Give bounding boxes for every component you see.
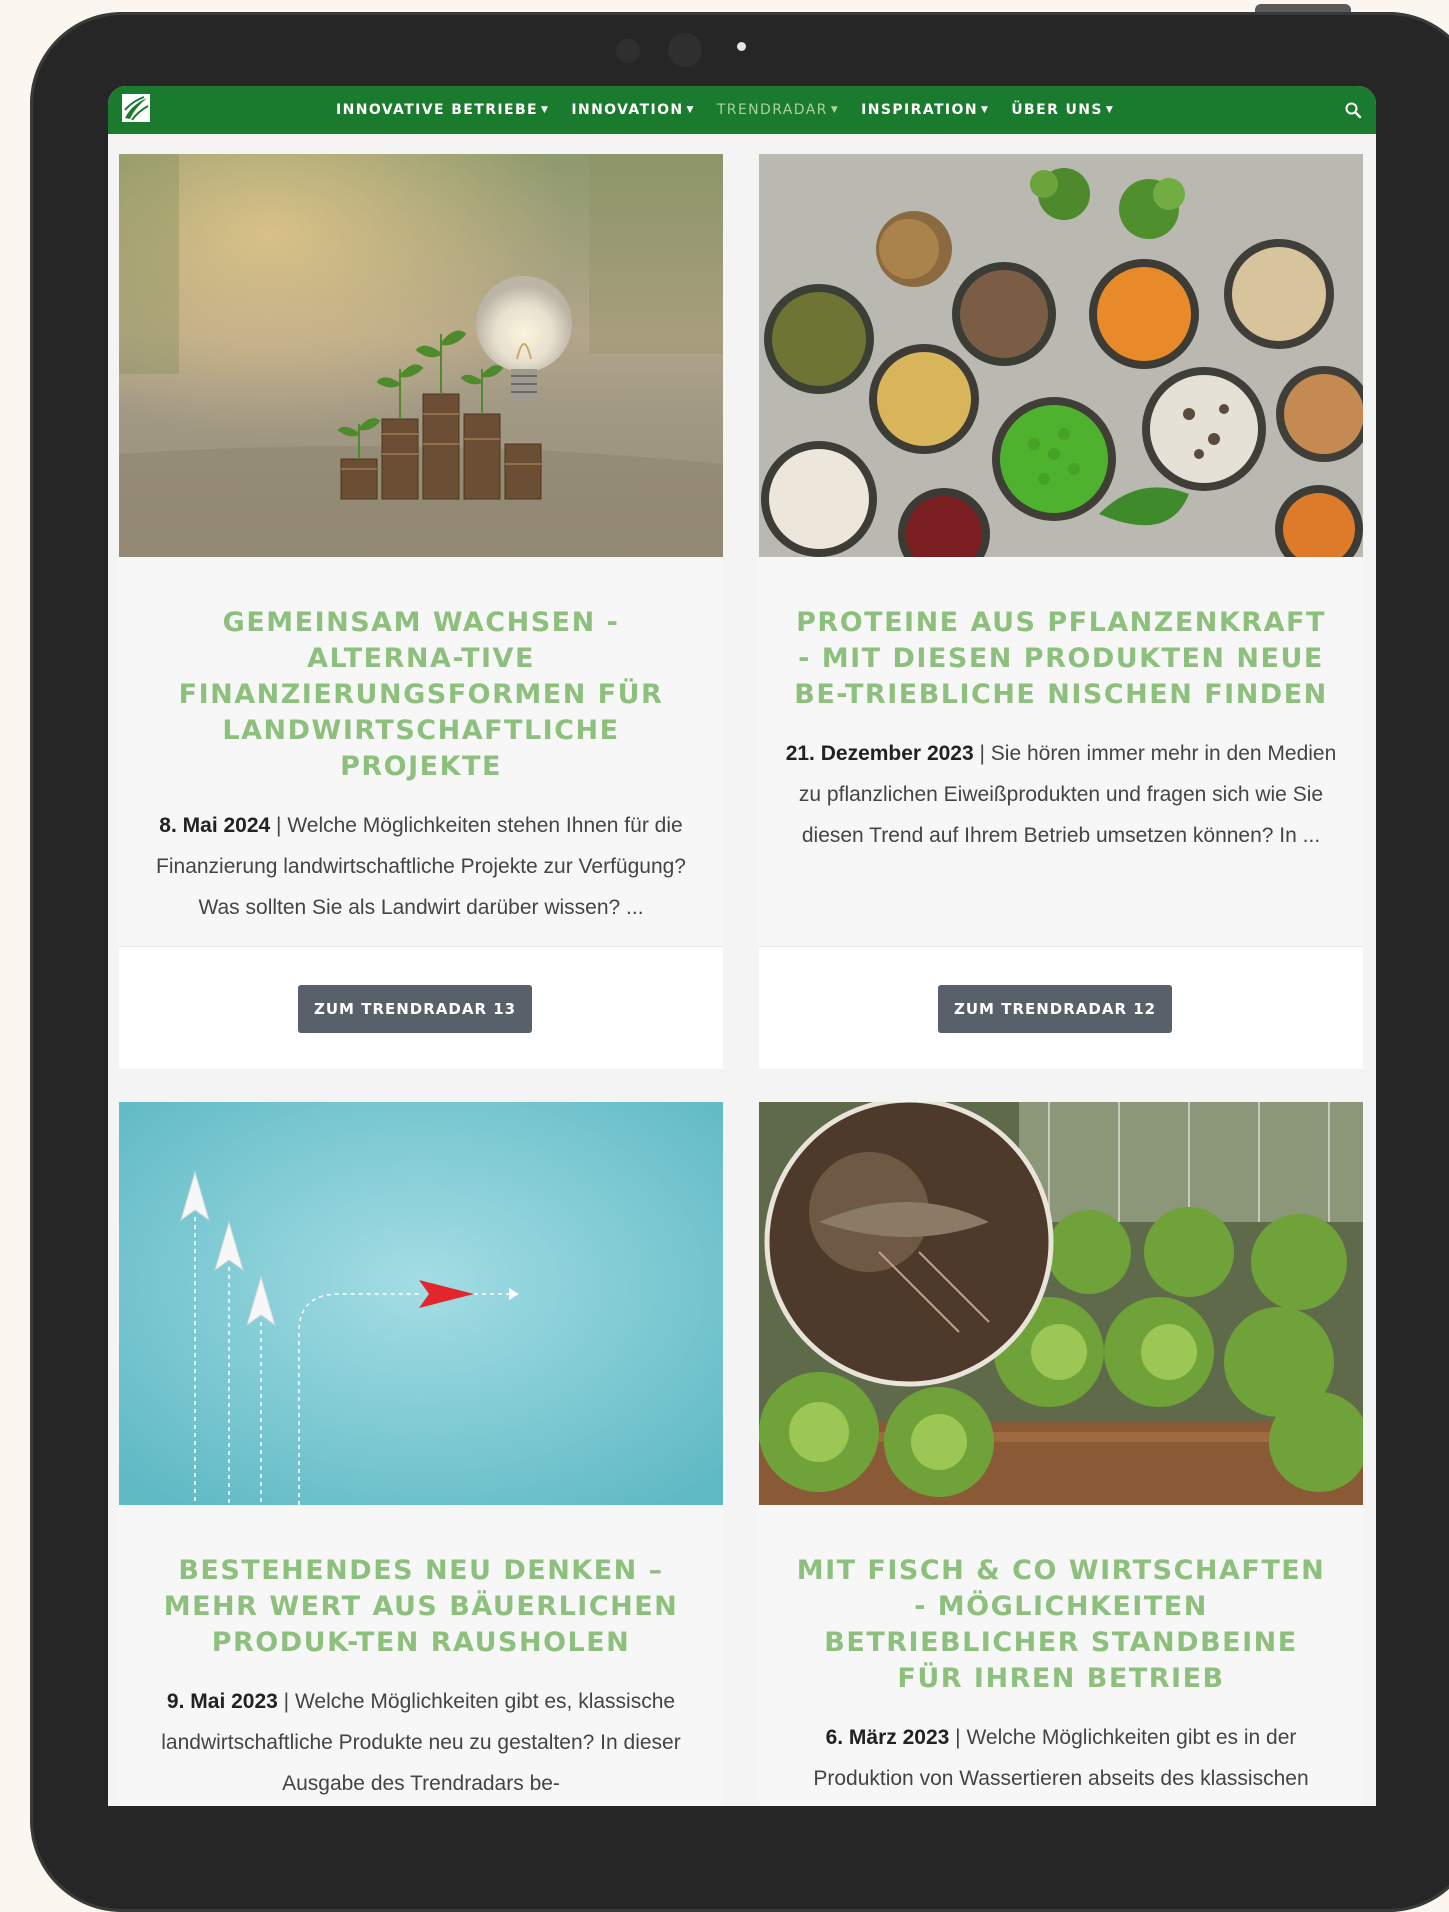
article-card-footer: ZUM TRENDRADAR 13 [119, 946, 723, 1069]
article-card: MIT FISCH & CO WIRTSCHAFTEN - MÖGLICHKEI… [759, 1102, 1363, 1806]
chevron-down-icon: ▼ [830, 105, 840, 115]
article-title[interactable]: BESTEHENDES NEU DENKEN – MEHR WERT AUS B… [149, 1553, 693, 1661]
trendradar-13-button[interactable]: ZUM TRENDRADAR 13 [298, 985, 533, 1033]
chevron-down-icon: ▼ [541, 105, 550, 115]
nav-item-innovation[interactable]: INNOVATION ▼ [571, 102, 695, 118]
article-date: 8. Mai 2024 [159, 814, 271, 837]
tablet-camera [668, 33, 702, 67]
article-excerpt: 21. Dezember 2023 | Sie hören immer mehr… [785, 742, 1337, 847]
article-image-aquaponics-lettuce[interactable] [759, 1102, 1363, 1505]
article-date: 9. Mai 2023 [166, 1690, 278, 1713]
nav-item-trendradar[interactable]: TRENDRADAR ▼ [717, 102, 839, 118]
tablet-screen: INNOVATIVE BETRIEBE ▼ INNOVATION ▼ TRENDRA… [108, 86, 1376, 1806]
article-card-footer: ZUM TRENDRADAR 12 [759, 946, 1363, 1069]
article-title[interactable]: GEMEINSAM WACHSEN - ALTERNA-TIVE FINANZI… [149, 605, 693, 785]
nav-item-ueber-uns[interactable]: ÜBER UNS ▼ [1011, 102, 1114, 118]
article-title[interactable]: MIT FISCH & CO WIRTSCHAFTEN - MÖGLICHKEI… [789, 1553, 1333, 1697]
search-icon[interactable] [1344, 101, 1362, 119]
chevron-down-icon: ▼ [980, 105, 990, 115]
article-grid: GEMEINSAM WACHSEN - ALTERNA-TIVE FINANZI… [108, 134, 1376, 1806]
article-excerpt: 6. März 2023 | Welche Möglichkeiten gibt… [813, 1726, 1309, 1790]
trendradar-12-button[interactable]: ZUM TRENDRADAR 12 [938, 985, 1173, 1033]
chevron-down-icon: ▼ [686, 105, 695, 115]
article-image-paper-planes[interactable] [119, 1102, 723, 1505]
site-logo-icon[interactable] [122, 94, 150, 122]
nav-item-innovative-betriebe[interactable]: INNOVATIVE BETRIEBE ▼ [336, 102, 549, 118]
article-excerpt: 8. Mai 2024 | Welche Möglichkeiten stehe… [156, 814, 686, 919]
article-card: PROTEINE AUS PFLANZENKRAFT - MIT DIESEN … [759, 154, 1363, 1069]
article-date: 21. Dezember 2023 [785, 742, 974, 765]
article-card: BESTEHENDES NEU DENKEN – MEHR WERT AUS B… [119, 1102, 723, 1806]
main-navbar: INNOVATIVE BETRIEBE ▼ INNOVATION ▼ TRENDRA… [108, 86, 1376, 134]
article-excerpt: 9. Mai 2023 | Welche Möglichkeiten gibt … [161, 1690, 681, 1795]
tablet-light [737, 42, 746, 51]
article-image-legumes-bowls[interactable] [759, 154, 1363, 557]
article-title[interactable]: PROTEINE AUS PFLANZENKRAFT - MIT DIESEN … [789, 605, 1333, 713]
tablet-sensor [616, 39, 640, 63]
article-image-lightbulb-coins[interactable] [119, 154, 723, 557]
article-date: 6. März 2023 [825, 1726, 950, 1749]
nav-item-inspiration[interactable]: INSPIRATION ▼ [861, 102, 989, 118]
chevron-down-icon: ▼ [1105, 105, 1115, 115]
article-card: GEMEINSAM WACHSEN - ALTERNA-TIVE FINANZI… [119, 154, 723, 1069]
